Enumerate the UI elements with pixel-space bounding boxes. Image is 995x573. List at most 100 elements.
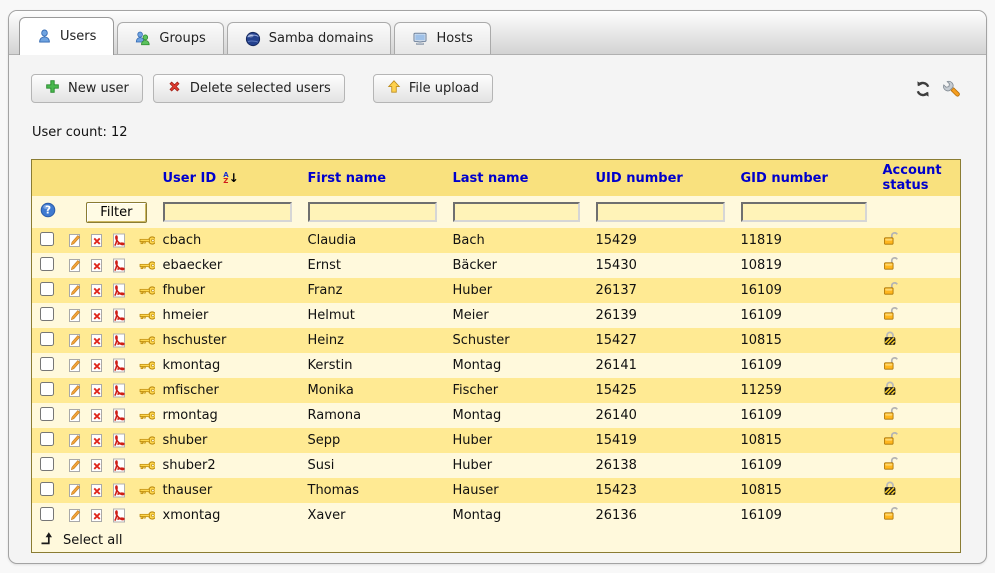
key-icon[interactable] <box>139 510 155 521</box>
edit-icon[interactable] <box>68 308 82 323</box>
column-header-first-name[interactable]: First name <box>300 160 445 197</box>
row-checkbox[interactable] <box>40 507 54 521</box>
filter-button[interactable]: Filter <box>86 202 146 223</box>
tab-hosts[interactable]: Hosts <box>394 22 490 54</box>
tab-groups[interactable]: Groups <box>117 22 223 54</box>
pdf-icon[interactable] <box>112 458 126 473</box>
delete-icon[interactable] <box>90 483 104 498</box>
filter-input-first-name[interactable] <box>308 202 437 222</box>
key-icon[interactable] <box>139 360 155 371</box>
new-user-button[interactable]: New user <box>31 74 143 103</box>
pdf-icon[interactable] <box>112 383 126 398</box>
tab-samba-domains[interactable]: Samba domains <box>227 22 392 54</box>
edit-icon[interactable] <box>68 358 82 373</box>
key-icon[interactable] <box>139 235 155 246</box>
key-icon[interactable] <box>139 485 155 496</box>
column-header-last-name[interactable]: Last name <box>445 160 588 197</box>
unlocked-icon[interactable] <box>883 456 899 471</box>
delete-icon[interactable] <box>90 458 104 473</box>
edit-icon[interactable] <box>68 233 82 248</box>
row-checkbox[interactable] <box>40 257 54 271</box>
unlocked-icon[interactable] <box>883 406 899 421</box>
tab-users[interactable]: Users <box>19 17 114 55</box>
key-icon[interactable] <box>139 385 155 396</box>
column-header-account-status[interactable]: Account status <box>875 160 961 197</box>
pdf-icon[interactable] <box>112 283 126 298</box>
help-icon[interactable]: ? <box>40 202 56 218</box>
delete-icon[interactable] <box>90 358 104 373</box>
key-icon[interactable] <box>139 285 155 296</box>
wrench-icon[interactable] <box>942 80 960 98</box>
delete-icon[interactable] <box>90 508 104 523</box>
delete-icon[interactable] <box>90 408 104 423</box>
pdf-icon[interactable] <box>112 308 126 323</box>
edit-icon[interactable] <box>68 333 82 348</box>
key-icon[interactable] <box>139 435 155 446</box>
unlocked-icon[interactable] <box>883 281 899 296</box>
pdf-icon[interactable] <box>112 483 126 498</box>
edit-icon[interactable] <box>68 458 82 473</box>
pdf-icon[interactable] <box>112 508 126 523</box>
pdf-icon[interactable] <box>112 358 126 373</box>
row-checkbox[interactable] <box>40 232 54 246</box>
tab-label: Users <box>60 29 96 44</box>
column-header-gid-number[interactable]: GID number <box>733 160 875 197</box>
row-checkbox[interactable] <box>40 407 54 421</box>
delete-icon[interactable] <box>90 308 104 323</box>
pdf-icon[interactable] <box>112 333 126 348</box>
key-icon[interactable] <box>139 335 155 346</box>
key-icon[interactable] <box>139 260 155 271</box>
edit-icon[interactable] <box>68 508 82 523</box>
unlocked-icon[interactable] <box>883 506 899 521</box>
column-header-uid-number[interactable]: UID number <box>588 160 733 197</box>
pdf-icon[interactable] <box>112 433 126 448</box>
delete-icon[interactable] <box>90 383 104 398</box>
unlocked-icon[interactable] <box>883 306 899 321</box>
edit-icon[interactable] <box>68 383 82 398</box>
delete-icon[interactable] <box>90 433 104 448</box>
row-checkbox[interactable] <box>40 332 54 346</box>
row-checkbox[interactable] <box>40 357 54 371</box>
edit-icon[interactable] <box>68 483 82 498</box>
unlocked-icon[interactable] <box>883 431 899 446</box>
pdf-icon[interactable] <box>112 258 126 273</box>
unlocked-icon[interactable] <box>883 231 899 246</box>
group-icon <box>135 31 151 46</box>
select-all-link[interactable]: Select all <box>40 531 122 549</box>
row-checkbox[interactable] <box>40 307 54 321</box>
filter-input-uid-number[interactable] <box>596 202 725 222</box>
edit-icon[interactable] <box>68 283 82 298</box>
row-checkbox[interactable] <box>40 482 54 496</box>
edit-icon[interactable] <box>68 433 82 448</box>
key-icon[interactable] <box>139 410 155 421</box>
cell-uid-number: 15429 <box>588 228 733 253</box>
locked-icon[interactable] <box>883 381 897 396</box>
cell-user-id: shuber <box>155 428 300 453</box>
refresh-icon[interactable] <box>914 80 932 98</box>
row-checkbox[interactable] <box>40 282 54 296</box>
unlocked-icon[interactable] <box>883 356 899 371</box>
pdf-icon[interactable] <box>112 233 126 248</box>
edit-icon[interactable] <box>68 258 82 273</box>
key-icon[interactable] <box>139 460 155 471</box>
locked-icon[interactable] <box>883 481 897 496</box>
delete-icon[interactable] <box>90 233 104 248</box>
filter-input-last-name[interactable] <box>453 202 580 222</box>
edit-icon[interactable] <box>68 408 82 423</box>
delete-icon[interactable] <box>90 333 104 348</box>
pdf-icon[interactable] <box>112 408 126 423</box>
key-icon[interactable] <box>139 310 155 321</box>
delete-icon[interactable] <box>90 283 104 298</box>
unlocked-icon[interactable] <box>883 256 899 271</box>
delete-icon[interactable] <box>90 258 104 273</box>
filter-input-user-id[interactable] <box>163 202 292 222</box>
filter-input-gid-number[interactable] <box>741 202 867 222</box>
delete-selected-users-button[interactable]: Delete selected users <box>153 74 345 103</box>
file-upload-button[interactable]: File upload <box>373 74 493 103</box>
last-name-text: Bäcker <box>453 258 497 273</box>
column-header-user-id[interactable]: User IDAZ↓ <box>155 160 300 197</box>
row-checkbox[interactable] <box>40 382 54 396</box>
row-checkbox[interactable] <box>40 432 54 446</box>
row-checkbox[interactable] <box>40 457 54 471</box>
locked-icon[interactable] <box>883 331 897 346</box>
